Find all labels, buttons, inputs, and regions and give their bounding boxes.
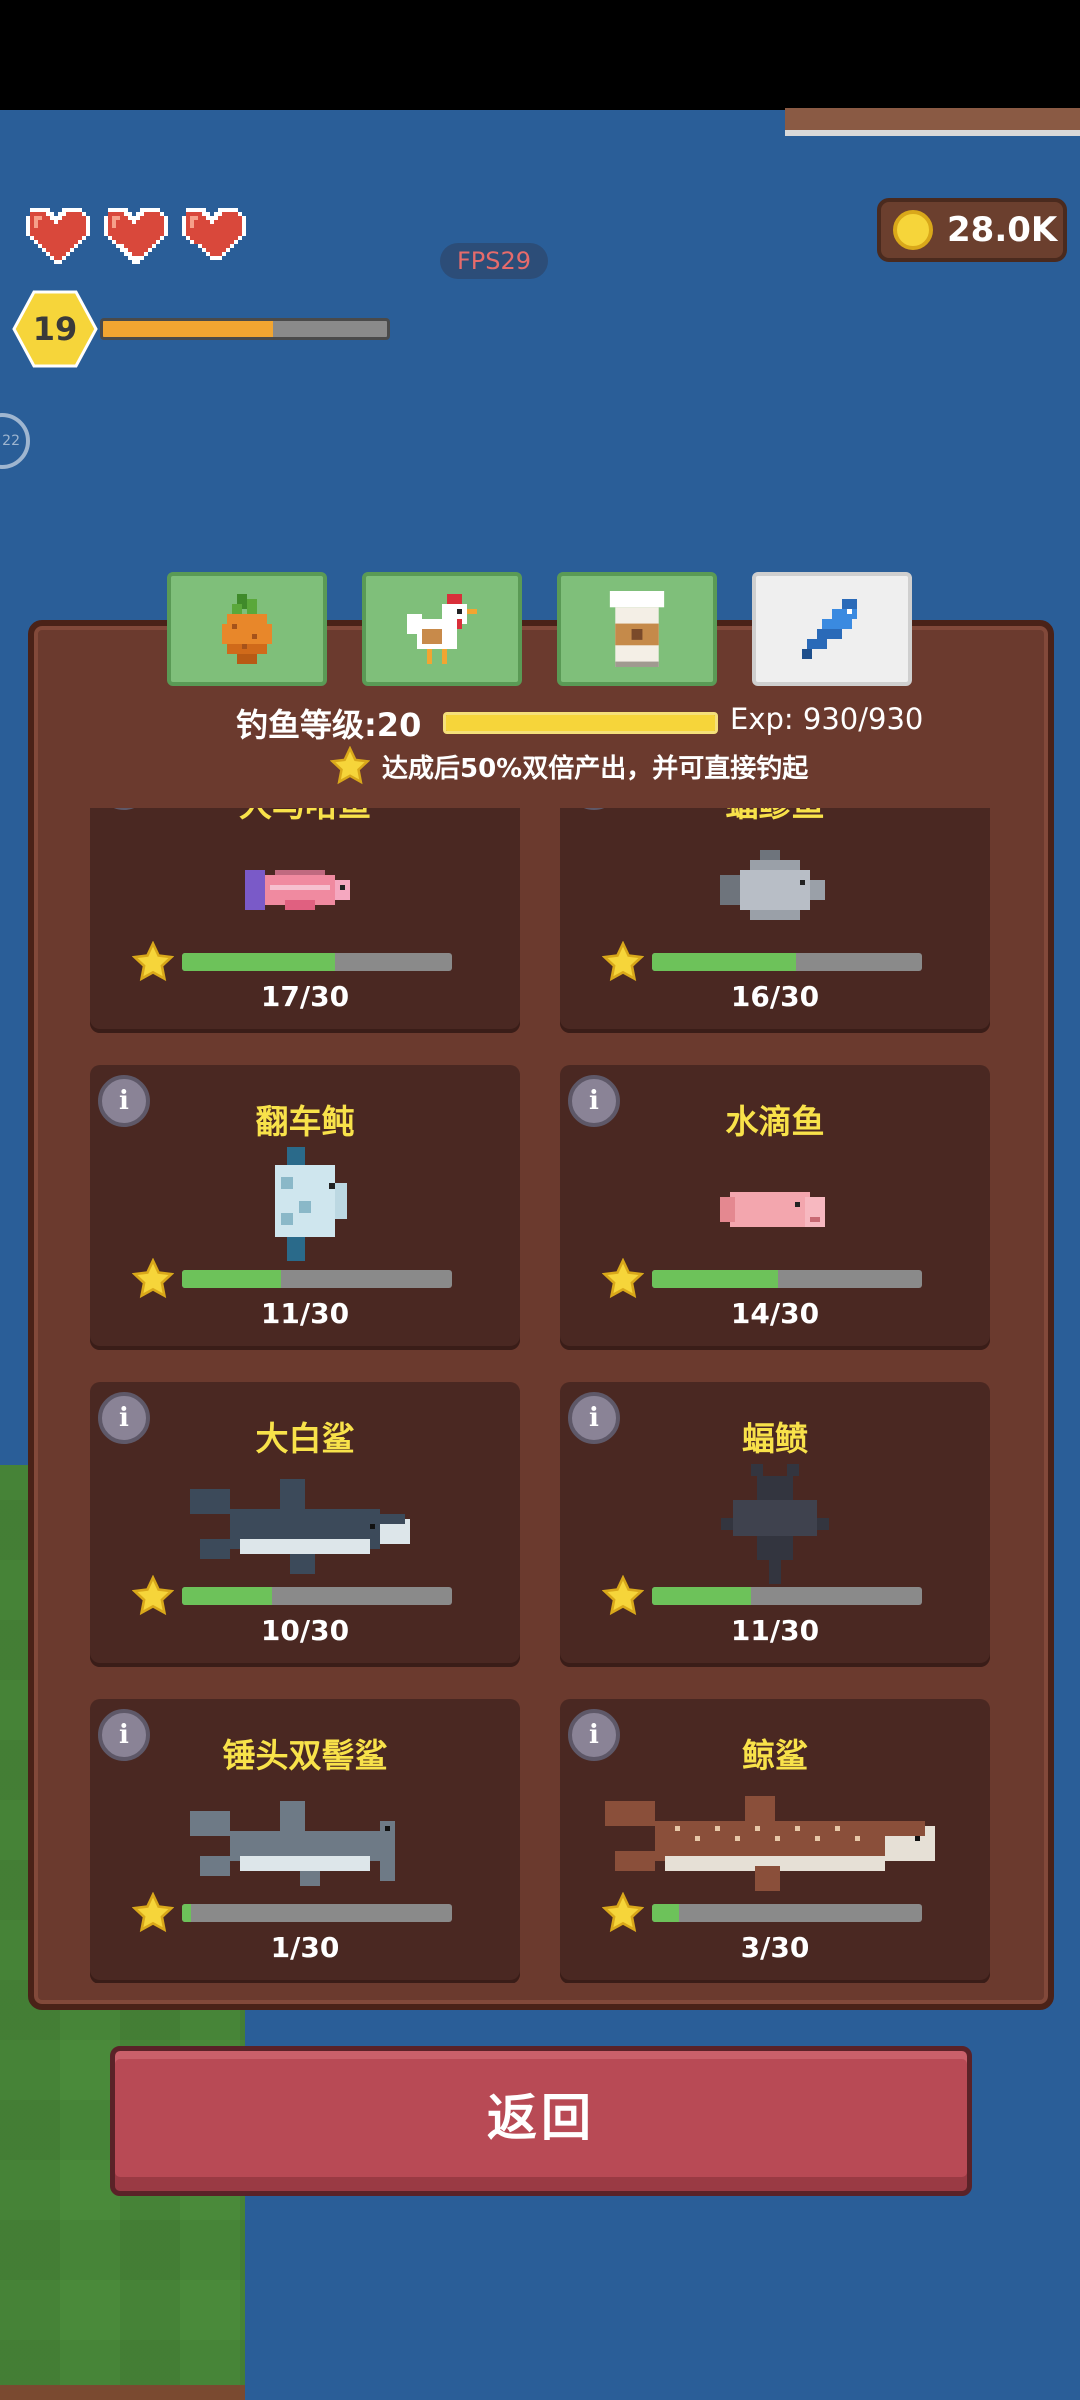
fish-name: 翻车鲀	[255, 1102, 355, 1141]
progress-bar	[182, 1270, 452, 1288]
fish-card[interactable]: i蝠鲹鱼16/30	[560, 808, 990, 1033]
xp-bar-fill	[103, 321, 274, 337]
whale-shark-icon	[560, 1771, 990, 1911]
star-icon	[131, 1257, 175, 1300]
side-menu-button[interactable]: 22	[0, 413, 30, 469]
heart-icon	[178, 208, 246, 268]
tab-fish[interactable]	[752, 572, 912, 686]
salmon-icon	[90, 820, 520, 960]
fps-counter: FPS29	[440, 243, 548, 279]
fish-card[interactable]: i 鲸鲨 3/30	[560, 1699, 990, 1983]
star-icon	[330, 746, 370, 785]
health-hearts	[22, 208, 246, 268]
progress-bar-fill	[182, 1587, 272, 1605]
fishing-level-bar-fill	[446, 715, 715, 731]
coin-icon	[893, 210, 933, 250]
fish-card[interactable]: i 锤头双髻鲨 1/30	[90, 1699, 520, 1983]
sunfish-icon	[90, 1137, 520, 1277]
fish-name: 蝠鲼	[742, 1419, 808, 1458]
catch-count: 11/30	[260, 1297, 350, 1330]
exp-text: Exp: 930/930	[730, 702, 924, 736]
dirt-terrain	[0, 2385, 245, 2400]
fish-card[interactable]: i 蝠鲼 11/30	[560, 1382, 990, 1667]
shore-terrain	[785, 108, 1080, 136]
coin-balance[interactable]: 28.0K	[877, 198, 1067, 262]
heart-icon	[100, 208, 168, 268]
progress-bar	[652, 1904, 922, 1922]
progress-bar-fill	[182, 1270, 281, 1288]
fish-card-grid[interactable]: i大马哈鱼17/30i蝠鲹鱼16/30i翻车鲀11/30i水滴鱼14/30i大白…	[90, 808, 990, 1983]
fish-card[interactable]: i大马哈鱼17/30	[90, 808, 520, 1033]
tab-milk[interactable]	[557, 572, 717, 686]
fish-icon	[802, 599, 857, 659]
heart-icon	[22, 208, 90, 268]
catch-count: 3/30	[740, 1931, 810, 1964]
progress-bar-fill	[652, 1270, 778, 1288]
progress-bar	[182, 953, 452, 971]
fishing-level-bar	[443, 712, 718, 734]
progress-bar-fill	[652, 1587, 751, 1605]
carrot-icon	[222, 594, 272, 664]
progress-bar-fill	[652, 1904, 679, 1922]
fish-name: 大白鲨	[255, 1419, 355, 1458]
star-icon	[601, 1891, 645, 1934]
fishing-level-label: 钓鱼等级:20	[236, 706, 422, 744]
fish-name: 鲸鲨	[742, 1736, 808, 1775]
catch-count: 10/30	[260, 1614, 350, 1647]
progress-bar-fill	[652, 953, 796, 971]
progress-bar	[652, 953, 922, 971]
catch-count: 1/30	[270, 1931, 340, 1964]
progress-bar	[182, 1904, 452, 1922]
catch-count: 11/30	[730, 1614, 820, 1647]
bonus-text: 达成后50%双倍产出，并可直接钓起	[382, 753, 809, 784]
chicken-icon	[407, 594, 477, 664]
xp-bar	[100, 318, 390, 340]
progress-bar	[182, 1587, 452, 1605]
back-button[interactable]: 返回	[110, 2046, 972, 2196]
fish-name: 锤头双髻鲨	[222, 1736, 388, 1775]
fish-name: 水滴鱼	[725, 1102, 825, 1141]
white-shark-icon	[90, 1454, 520, 1594]
star-icon	[601, 1257, 645, 1300]
hammerhead-icon	[90, 1771, 520, 1911]
pomfret-icon	[560, 820, 990, 960]
catch-count: 14/30	[730, 1297, 820, 1330]
catch-count: 17/30	[260, 980, 350, 1013]
player-level: 19	[32, 310, 78, 348]
catch-count: 16/30	[730, 980, 820, 1013]
manta-ray-icon	[560, 1454, 990, 1594]
tab-carrot[interactable]	[167, 572, 327, 686]
fish-card[interactable]: i 大白鲨 10/30	[90, 1382, 520, 1667]
progress-bar-fill	[182, 1904, 191, 1922]
star-icon	[131, 1574, 175, 1617]
star-icon	[601, 1574, 645, 1617]
progress-bar	[652, 1270, 922, 1288]
star-icon	[601, 940, 645, 983]
star-icon	[131, 940, 175, 983]
milk-icon	[609, 591, 665, 667]
star-icon	[131, 1891, 175, 1934]
bonus-info: 达成后50%双倍产出，并可直接钓起	[330, 745, 808, 787]
progress-bar-fill	[182, 953, 335, 971]
fish-card[interactable]: i 水滴鱼 14/30	[560, 1065, 990, 1350]
coin-amount: 28.0K	[947, 210, 1058, 250]
progress-bar	[652, 1587, 922, 1605]
blobfish-icon	[560, 1137, 990, 1277]
status-bar	[0, 0, 1080, 110]
tab-chicken[interactable]	[362, 572, 522, 686]
fish-card[interactable]: i 翻车鲀 11/30	[90, 1065, 520, 1350]
